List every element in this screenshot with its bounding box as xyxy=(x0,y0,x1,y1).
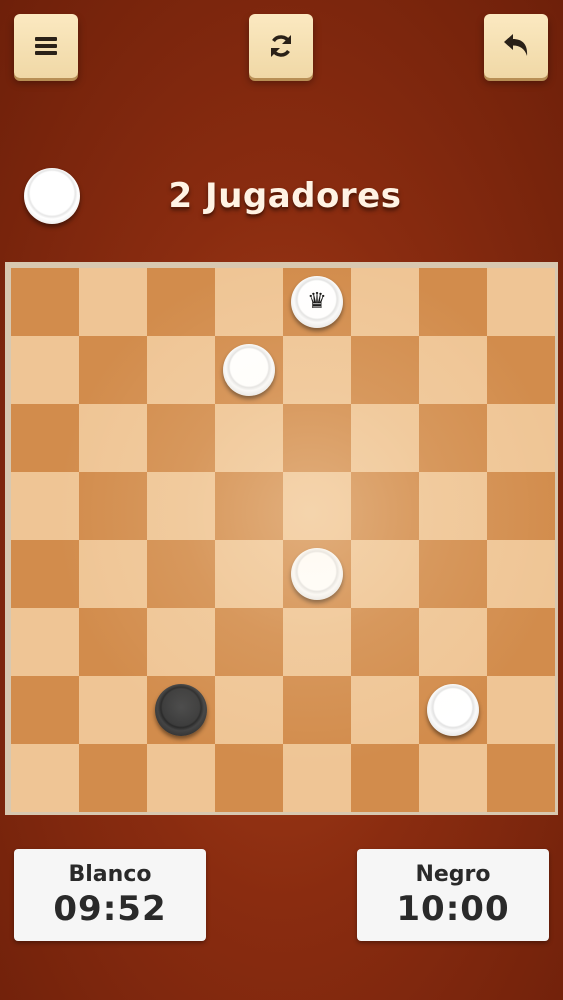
restart-icon xyxy=(271,35,291,57)
board-square[interactable] xyxy=(79,608,147,676)
menu-button[interactable] xyxy=(14,14,78,78)
board-square[interactable] xyxy=(147,540,215,608)
game-title: 2 Jugadores xyxy=(168,176,402,216)
board-square[interactable] xyxy=(11,608,79,676)
board-square[interactable] xyxy=(215,744,283,812)
board-square[interactable] xyxy=(147,336,215,404)
board-square[interactable] xyxy=(79,676,147,744)
board-square[interactable] xyxy=(215,540,283,608)
board-square[interactable] xyxy=(79,540,147,608)
board-square[interactable] xyxy=(11,744,79,812)
board-square[interactable] xyxy=(147,404,215,472)
board-square[interactable] xyxy=(419,268,487,336)
board-square[interactable] xyxy=(419,404,487,472)
board-square[interactable] xyxy=(419,608,487,676)
board-square[interactable] xyxy=(419,676,487,744)
board-square[interactable] xyxy=(487,268,555,336)
board-square[interactable] xyxy=(283,540,351,608)
board-square[interactable] xyxy=(147,676,215,744)
board-square[interactable] xyxy=(147,744,215,812)
menu-icon xyxy=(35,37,57,55)
board-square[interactable] xyxy=(419,472,487,540)
board-square[interactable] xyxy=(487,540,555,608)
clock-black-label: Negro xyxy=(415,861,491,887)
board-square[interactable] xyxy=(147,472,215,540)
white-piece[interactable] xyxy=(223,344,275,396)
board-square[interactable] xyxy=(487,472,555,540)
clock-white-time: 09:52 xyxy=(53,888,167,929)
board-square[interactable] xyxy=(283,472,351,540)
board-square[interactable] xyxy=(351,608,419,676)
board-square[interactable] xyxy=(79,268,147,336)
board-frame: ♛ xyxy=(5,262,558,815)
board-square[interactable] xyxy=(215,472,283,540)
board-square[interactable] xyxy=(419,744,487,812)
board-square[interactable] xyxy=(419,540,487,608)
board-square[interactable] xyxy=(11,404,79,472)
board-square[interactable] xyxy=(11,268,79,336)
board-square[interactable] xyxy=(351,404,419,472)
crown-icon: ♛ xyxy=(307,289,327,314)
board-square[interactable] xyxy=(79,744,147,812)
board-square[interactable] xyxy=(79,472,147,540)
board-square[interactable] xyxy=(215,404,283,472)
board-square[interactable] xyxy=(283,608,351,676)
board-square[interactable] xyxy=(419,336,487,404)
board-square[interactable] xyxy=(11,540,79,608)
board-square[interactable] xyxy=(351,744,419,812)
board-square[interactable] xyxy=(351,336,419,404)
board-square[interactable] xyxy=(283,676,351,744)
board-square[interactable] xyxy=(79,336,147,404)
current-turn-indicator xyxy=(24,168,80,224)
black-piece[interactable] xyxy=(155,684,207,736)
white-piece[interactable] xyxy=(291,548,343,600)
board-square[interactable] xyxy=(283,404,351,472)
checkers-board[interactable]: ♛ xyxy=(11,268,555,812)
board-square[interactable] xyxy=(215,676,283,744)
board-square[interactable] xyxy=(215,608,283,676)
board-square[interactable]: ♛ xyxy=(283,268,351,336)
board-square[interactable] xyxy=(487,744,555,812)
board-square[interactable] xyxy=(487,676,555,744)
board-square[interactable] xyxy=(351,268,419,336)
board-square[interactable] xyxy=(11,676,79,744)
undo-button[interactable] xyxy=(484,14,548,78)
clock-white-label: Blanco xyxy=(68,861,152,887)
board-square[interactable] xyxy=(79,404,147,472)
board-square[interactable] xyxy=(351,472,419,540)
board-square[interactable] xyxy=(283,744,351,812)
board-square[interactable] xyxy=(283,336,351,404)
white-king-piece[interactable]: ♛ xyxy=(291,276,343,328)
board-square[interactable] xyxy=(487,336,555,404)
board-square[interactable] xyxy=(487,404,555,472)
board-square[interactable] xyxy=(487,608,555,676)
clock-white: Blanco 09:52 xyxy=(14,849,206,941)
restart-button[interactable] xyxy=(249,14,313,78)
board-square[interactable] xyxy=(215,268,283,336)
board-square[interactable] xyxy=(351,676,419,744)
clock-black: Negro 10:00 xyxy=(357,849,549,941)
clock-black-time: 10:00 xyxy=(396,888,510,929)
board-square[interactable] xyxy=(11,336,79,404)
undo-icon xyxy=(504,34,528,56)
board-square[interactable] xyxy=(147,268,215,336)
board-square[interactable] xyxy=(215,336,283,404)
board-square[interactable] xyxy=(147,608,215,676)
white-piece[interactable] xyxy=(427,684,479,736)
board-square[interactable] xyxy=(11,472,79,540)
board-square[interactable] xyxy=(351,540,419,608)
